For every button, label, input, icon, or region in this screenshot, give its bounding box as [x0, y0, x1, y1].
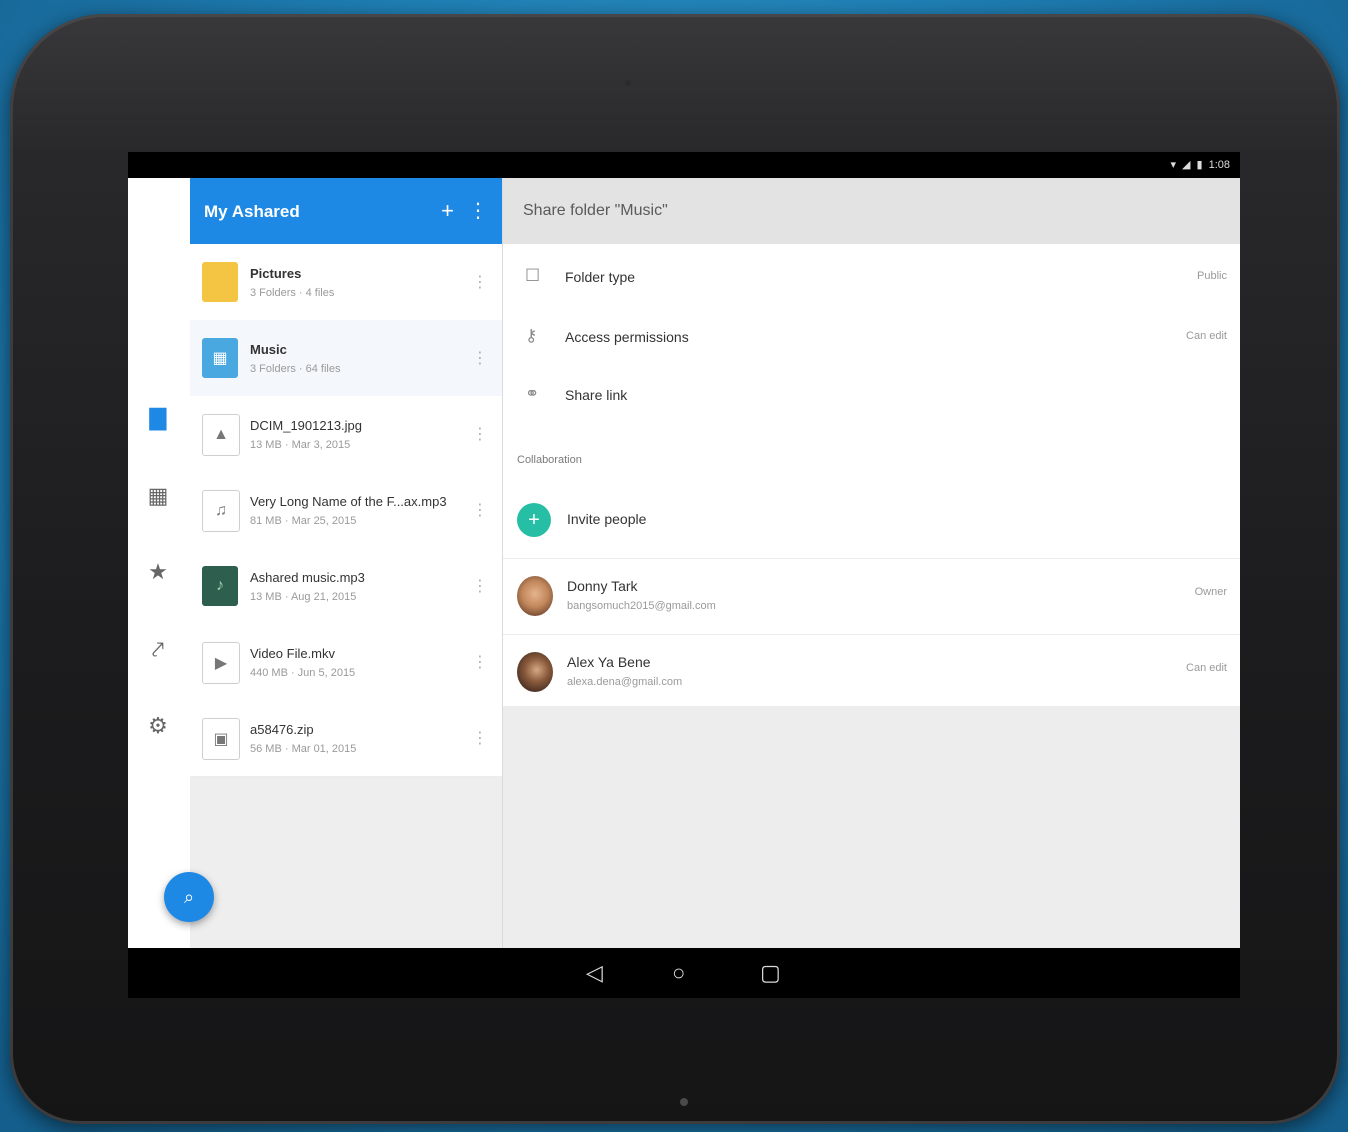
wifi-icon: ▾ [1170, 159, 1177, 171]
list-header: My Ashared + ⋮ [190, 178, 502, 244]
status-icons: ▾ ◢ ▮ 1:08 [1170, 158, 1230, 172]
music-cover-icon: ♪ [202, 566, 238, 606]
share-link-row[interactable]: ⚭ Share link [503, 366, 1240, 424]
avatar [517, 576, 553, 616]
video-file-icon: ▶ [202, 642, 240, 684]
folder-icon[interactable]: ▇ [144, 404, 172, 432]
status-bar: ▾ ◢ ▮ 1:08 [128, 152, 1240, 178]
detail-title: Share folder "Music" [523, 202, 668, 219]
more-vertical-icon[interactable]: ⋮ [472, 576, 488, 596]
page-title: My Ashared [204, 202, 300, 221]
folder-outline-icon: ☐ [525, 266, 541, 285]
access-permissions-value: Can edit [1186, 330, 1227, 342]
image-file-icon: ▲ [202, 414, 240, 456]
collaborator-name: Alex Ya Bene [567, 654, 651, 670]
access-permissions-label: Access permissions [565, 329, 689, 345]
file-meta: 3 Folders · 64 files [250, 363, 341, 375]
activity-icon[interactable]: ⤤ [144, 636, 172, 664]
file-name: Video File.mkv [250, 646, 336, 661]
tablet-camera [680, 1098, 688, 1106]
shared-folder-icon[interactable]: ▦ [144, 482, 172, 510]
key-icon: ⚷ [525, 326, 538, 345]
list-item[interactable]: Pictures 3 Folders · 4 files ⋮ [190, 244, 502, 321]
collaborator-row[interactable]: Donny Tark bangsomuch2015@gmail.com Owne… [503, 558, 1240, 635]
audio-file-icon: ♫ [202, 490, 240, 532]
plus-icon[interactable]: + [441, 198, 454, 224]
file-meta: 56 MB · Mar 01, 2015 [250, 743, 357, 755]
tablet-screen: ▾ ◢ ▮ 1:08 ▇ ▦ ★ ⤤ ⚙ My Ashared + ⋮ Pict… [128, 152, 1240, 998]
shared-folder-icon: ▦ [202, 338, 238, 378]
file-list-pane: My Ashared + ⋮ Pictures 3 Folders · 4 fil… [190, 178, 502, 948]
archive-file-icon: ▣ [202, 718, 240, 760]
more-vertical-icon[interactable]: ⋮ [472, 500, 488, 520]
folder-type-row[interactable]: ☐ Folder type Public [503, 248, 1240, 306]
status-time: 1:08 [1208, 158, 1230, 171]
collaborator-role[interactable]: Can edit [1186, 662, 1227, 674]
avatar [517, 652, 553, 692]
collaborator-row[interactable]: Alex Ya Bene alexa.dena@gmail.com Can ed… [503, 634, 1240, 711]
settings-icon[interactable]: ⚙ [144, 712, 172, 740]
detail-header: Share folder "Music" [503, 178, 1240, 244]
file-name: DCIM_1901213.jpg [250, 418, 363, 433]
list-item[interactable]: ▦ Music 3 Folders · 64 files ⋮ [190, 320, 502, 397]
collaborator-email: alexa.dena@gmail.com [567, 676, 683, 688]
home-icon[interactable]: ○ [672, 960, 685, 986]
android-nav-bar: ◁ ○ ▢ [128, 948, 1240, 998]
signal-icon: ◢ [1182, 159, 1191, 171]
folder-type-value: Public [1197, 270, 1227, 282]
collaboration-card: Collaboration + Invite people Donny Tark… [503, 424, 1240, 711]
collaboration-header: Collaboration [517, 454, 582, 466]
more-vertical-icon[interactable]: ⋮ [472, 652, 488, 672]
more-vertical-icon[interactable]: ⋮ [472, 728, 488, 748]
file-meta: 3 Folders · 4 files [250, 287, 335, 299]
file-name: Very Long Name of the F...ax.mp3 [250, 494, 447, 509]
folder-icon [202, 262, 238, 302]
search-fab[interactable]: ⌕ [164, 872, 214, 922]
file-meta: 13 MB · Mar 3, 2015 [250, 439, 351, 451]
file-name: Pictures [250, 266, 302, 281]
invite-people-row[interactable]: + Invite people [503, 484, 1240, 559]
back-icon[interactable]: ◁ [586, 960, 603, 986]
invite-people-label: Invite people [567, 511, 647, 527]
more-vertical-icon[interactable]: ⋮ [468, 198, 488, 223]
nav-rail: ▇ ▦ ★ ⤤ ⚙ [128, 178, 191, 948]
list-item[interactable]: ♫ Very Long Name of the F...ax.mp3 81 MB ·… [190, 472, 502, 549]
list-item[interactable]: ▶ Video File.mkv 440 MB · Jun 5, 2015 ⋮ [190, 624, 502, 701]
file-name: Ashared music.mp3 [250, 570, 365, 585]
collaborator-email: bangsomuch2015@gmail.com [567, 600, 716, 612]
folder-type-label: Folder type [565, 269, 636, 285]
more-vertical-icon[interactable]: ⋮ [472, 348, 488, 368]
list-item[interactable]: ▲ DCIM_1901213.jpg 13 MB · Mar 3, 2015 ⋮ [190, 396, 502, 473]
share-detail-pane: Share folder "Music" ☐ Folder type Publi… [502, 178, 1240, 948]
list-item[interactable]: ▣ a58476.zip 56 MB · Mar 01, 2015 ⋮ [190, 700, 502, 777]
invite-plus-icon[interactable]: + [517, 503, 551, 537]
more-vertical-icon[interactable]: ⋮ [472, 272, 488, 292]
search-icon: ⌕ [183, 886, 195, 907]
file-meta: 13 MB · Aug 21, 2015 [250, 591, 357, 603]
share-settings-card: ☐ Folder type Public ⚷ Access permission… [503, 244, 1240, 425]
star-icon[interactable]: ★ [144, 558, 172, 586]
list-item[interactable]: ♪ Ashared music.mp3 13 MB · Aug 21, 2015 ⋮ [190, 548, 502, 625]
collaborator-role[interactable]: Owner [1195, 586, 1227, 598]
file-meta: 440 MB · Jun 5, 2015 [250, 667, 356, 679]
app-window: ▇ ▦ ★ ⤤ ⚙ My Ashared + ⋮ Pictures 3 Folde… [128, 178, 1240, 948]
file-meta: 81 MB · Mar 25, 2015 [250, 515, 357, 527]
tablet-speaker [625, 80, 631, 86]
recents-icon[interactable]: ▢ [760, 960, 781, 986]
access-permissions-row[interactable]: ⚷ Access permissions Can edit [503, 308, 1240, 366]
share-link-label: Share link [565, 387, 628, 403]
link-icon: ⚭ [525, 384, 540, 403]
file-name: a58476.zip [250, 722, 314, 737]
more-vertical-icon[interactable]: ⋮ [472, 424, 488, 444]
collaborator-name: Donny Tark [567, 578, 638, 594]
file-name: Music [250, 342, 287, 357]
battery-icon: ▮ [1196, 159, 1203, 171]
